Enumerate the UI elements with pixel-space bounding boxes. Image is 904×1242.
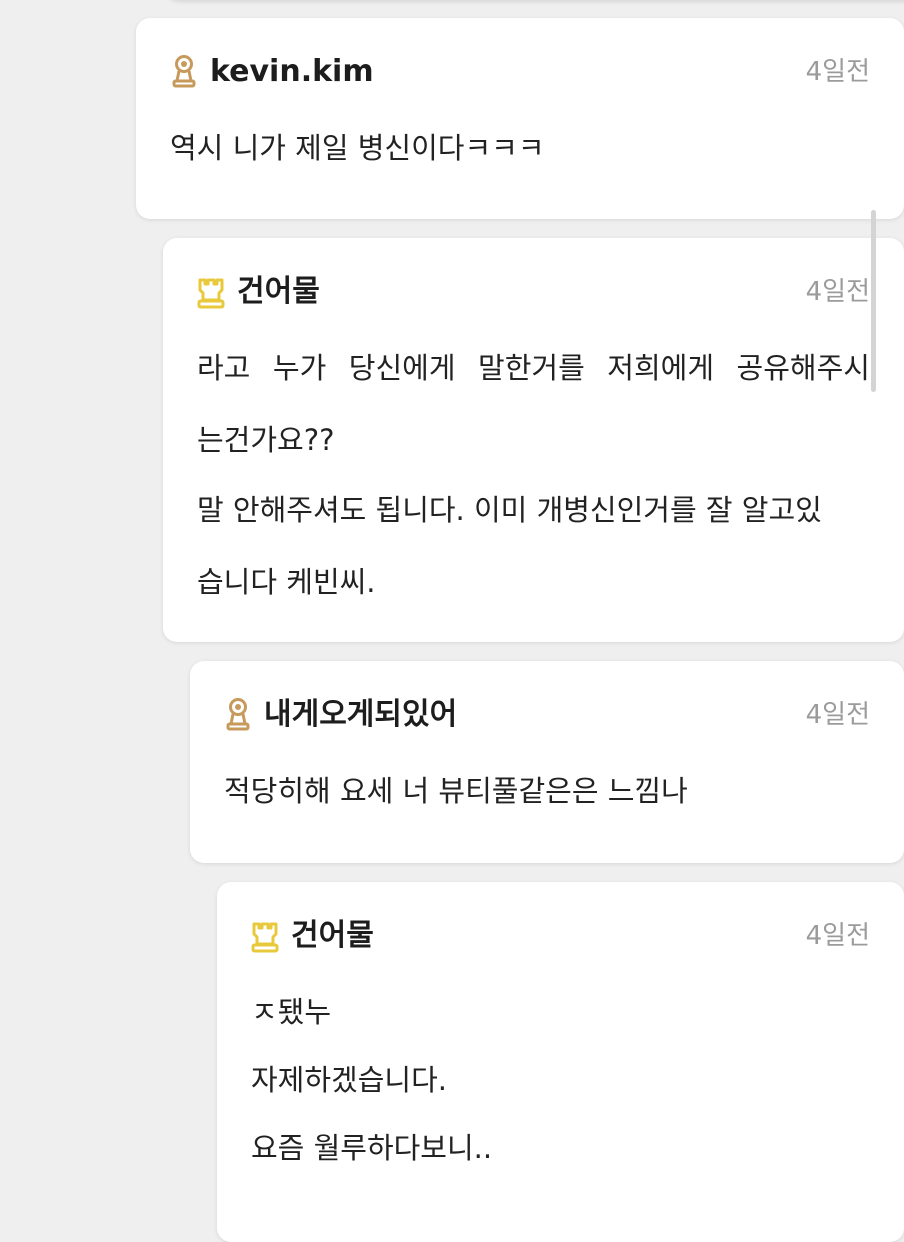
comment-text-line: 자제하겠습니다.	[251, 1063, 447, 1097]
comment-word: 라고	[197, 351, 251, 385]
comment-username[interactable]: 건어물	[237, 272, 320, 312]
bronze-medal-icon	[224, 697, 252, 733]
bronze-medal-icon	[170, 54, 198, 90]
comment-timestamp: 4일전	[805, 921, 870, 951]
comment-header: kevin.kim 4일전	[170, 52, 870, 92]
comment-word: 저희에게	[607, 351, 715, 385]
comment-timestamp: 4일전	[805, 700, 870, 730]
gold-crown-icon	[197, 274, 225, 310]
comment-text: 역시 니가 제일 병신이다ㅋㅋㅋ	[170, 129, 870, 167]
comment-word: 말한거를	[478, 351, 585, 385]
comment-text-line: 습니다 케빈씨.	[197, 565, 376, 599]
comment-timestamp: 4일전	[805, 277, 870, 307]
comment-card: 건어물 4일전 ㅈ됐누 자제하겠습니다. 요즘 월루하다보니..	[217, 882, 904, 1242]
comment-text-line: 말 안해주셔도 됩니다. 이미 개병신인거를 잘 알고있	[197, 493, 822, 527]
comment-word: 공유해주시	[736, 351, 870, 385]
comment-header: 내게오게되있어 4일전	[224, 695, 870, 735]
comment-text-line: 는건가요??	[197, 423, 335, 457]
comment-text: ㅈ됐누 자제하겠습니다. 요즘 월루하다보니..	[251, 993, 870, 1167]
comment-text-line: 라고 누가 당신에게 말한거를 저희에게 공유해주시	[197, 349, 870, 387]
comment-username[interactable]: kevin.kim	[210, 52, 374, 92]
comment-card: 내게오게되있어 4일전 적당히해 요세 너 뷰티풀같은은 느낌나	[190, 661, 904, 863]
comment-word: 누가	[272, 351, 327, 385]
comment-text-line: 역시 니가 제일 병신이다ㅋㅋㅋ	[170, 131, 545, 165]
comment-header: 건어물 4일전	[197, 272, 870, 312]
comment-text-line: 요즘 월루하다보니..	[251, 1131, 493, 1165]
comment-text-line: ㅈ됐누	[251, 995, 332, 1029]
comment-username[interactable]: 내게오게되있어	[264, 695, 457, 735]
comment-header: 건어물 4일전	[251, 916, 870, 956]
comment-text: 라고 누가 당신에게 말한거를 저희에게 공유해주시 는건가요?? 말 안해주셔…	[197, 349, 870, 601]
gold-crown-icon	[251, 918, 279, 954]
scrollbar[interactable]	[871, 210, 876, 392]
comment-timestamp: 4일전	[805, 57, 870, 87]
comment-username[interactable]: 건어물	[291, 916, 374, 956]
comment-text-line: 적당히해 요세 너 뷰티풀같은은 느낌나	[224, 774, 688, 808]
comment-word: 당신에게	[348, 351, 456, 385]
comment-text: 적당히해 요세 너 뷰티풀같은은 느낌나	[224, 772, 870, 810]
comment-card: 건어물 4일전 라고 누가 당신에게 말한거를 저희에게 공유해주시 는건가요?…	[163, 238, 904, 642]
comment-card: kevin.kim 4일전 역시 니가 제일 병신이다ㅋㅋㅋ	[136, 18, 904, 219]
